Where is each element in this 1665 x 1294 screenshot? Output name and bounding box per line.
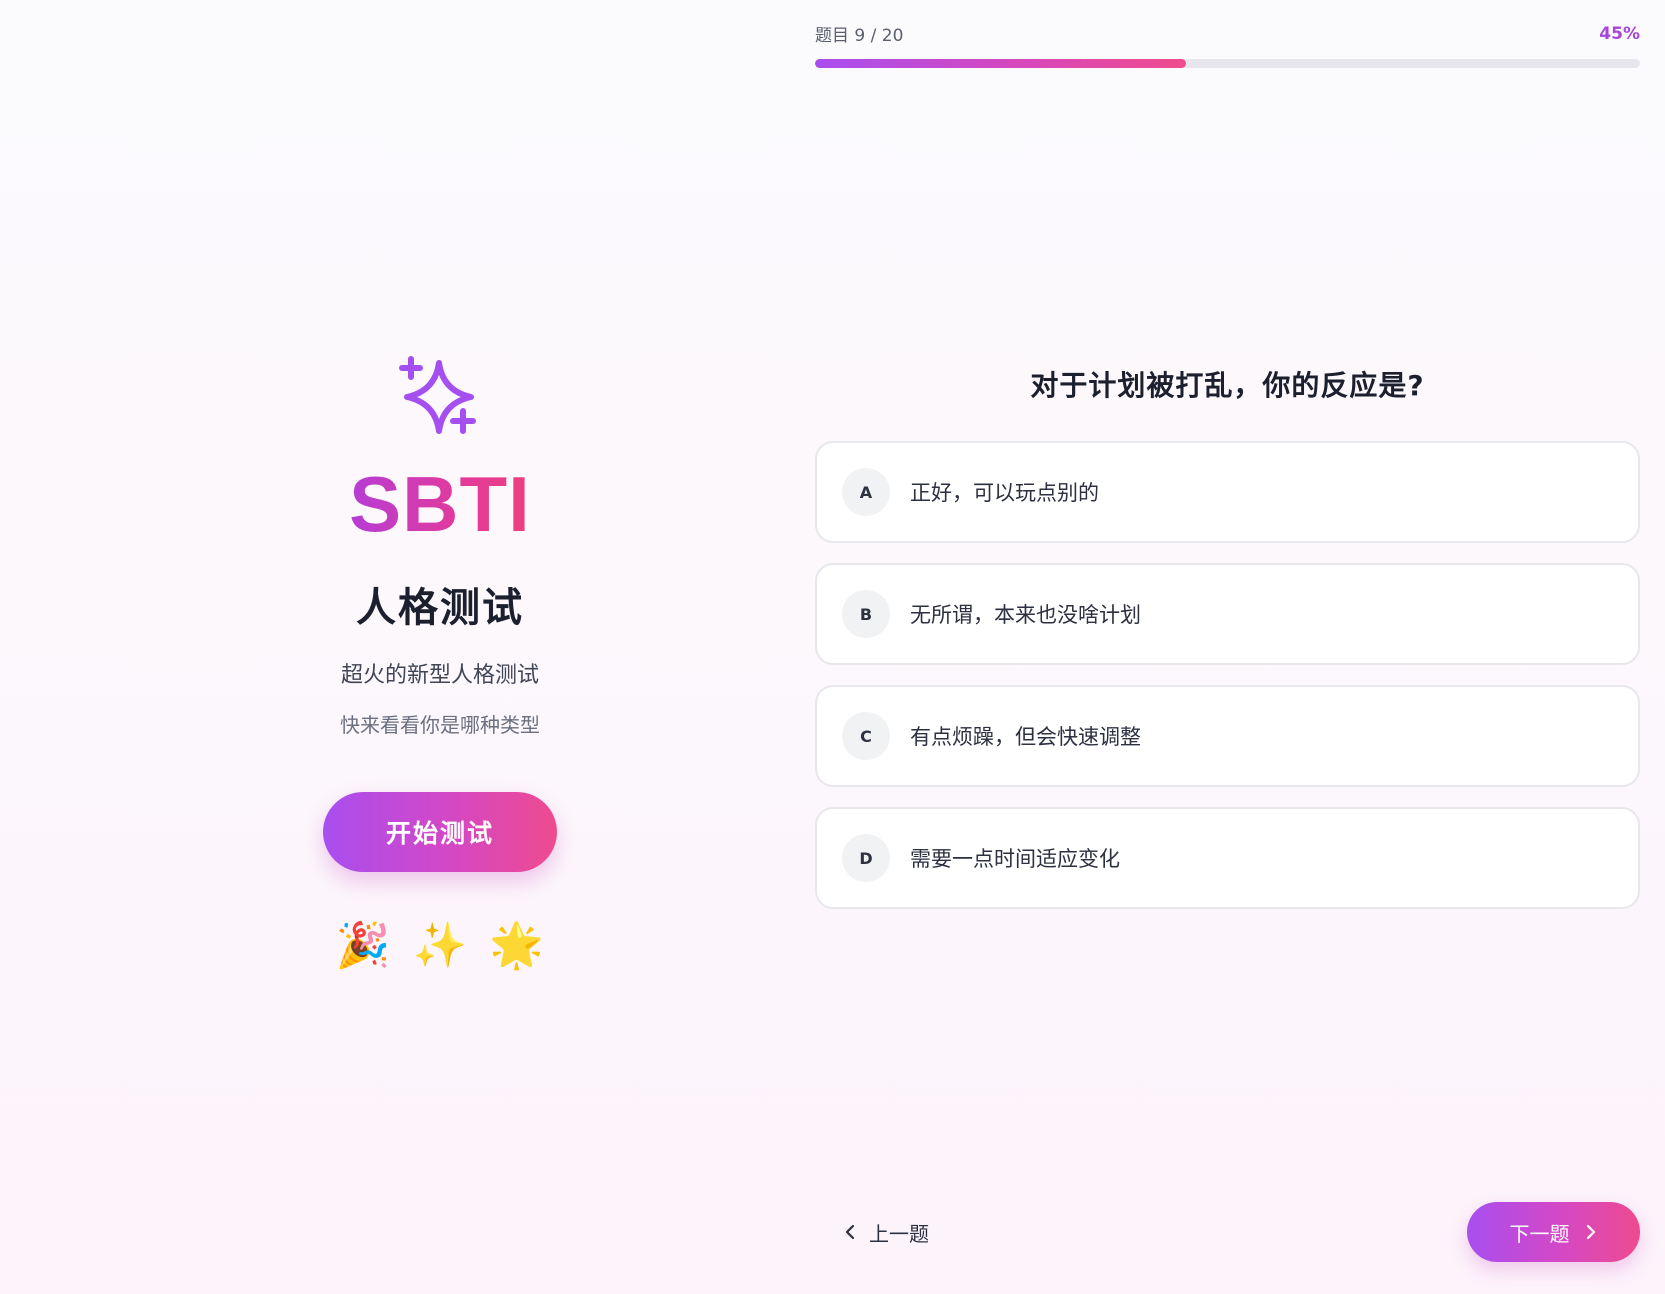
chevron-left-icon [845,1224,855,1240]
option-key-badge: D [842,834,890,882]
sparkles-icon: ✨ [412,920,468,971]
option-list: A 正好，可以玩点别的 B 无所谓，本来也没啥计划 C 有点烦躁，但会快速调整 … [815,441,1640,929]
option-b[interactable]: B 无所谓，本来也没啥计划 [815,563,1640,665]
intro-panel: SBTI 人格测试 超火的新型人格测试 快来看看你是哪种类型 开始测试 🎉 ✨ … [300,355,580,968]
app-root: SBTI 人格测试 超火的新型人格测试 快来看看你是哪种类型 开始测试 🎉 ✨ … [0,0,1665,1294]
quiz-panel: 题目 9 / 20 45% 对于计划被打乱，你的反应是? A 正好，可以玩点别的… [815,0,1640,1294]
chevron-right-icon [1586,1224,1595,1240]
prev-question-label: 上一题 [869,1221,929,1246]
option-label: 无所谓，本来也没啥计划 [910,603,1141,627]
brand-title: SBTI [349,460,531,548]
progress-bar [815,59,1640,68]
option-key-badge: C [842,712,890,760]
option-label: 需要一点时间适应变化 [910,847,1120,871]
tagline: 快来看看你是哪种类型 [340,713,540,737]
option-key-badge: B [842,590,890,638]
emoji-row: 🎉 ✨ 🌟 [336,924,544,968]
sparkle-icon [399,356,476,434]
prev-question-button[interactable]: 上一题 [843,1212,929,1252]
progress-header: 题目 9 / 20 45% [815,21,1640,47]
option-label: 正好，可以玩点别的 [910,481,1099,505]
progress-bar-fill [815,59,1187,68]
option-c[interactable]: C 有点烦躁，但会快速调整 [815,685,1640,787]
next-question-button[interactable]: 下一题 [1467,1202,1640,1262]
party-popper-icon: 🎉 [335,920,391,971]
option-key-badge: A [842,468,890,516]
progress-label: 题目 9 / 20 [815,26,904,46]
subtitle: 超火的新型人格测试 [340,663,539,688]
page-title: 人格测试 [356,585,524,631]
start-test-button[interactable]: 开始测试 [323,792,557,872]
option-label: 有点烦躁，但会快速调整 [910,725,1141,749]
question-text: 对于计划被打乱，你的反应是? [1030,369,1425,402]
progress-percent: 45% [1599,23,1640,44]
option-d[interactable]: D 需要一点时间适应变化 [815,807,1640,909]
glowing-star-icon: 🌟 [489,920,545,971]
option-a[interactable]: A 正好，可以玩点别的 [815,441,1640,543]
next-question-label: 下一题 [1509,1221,1570,1246]
